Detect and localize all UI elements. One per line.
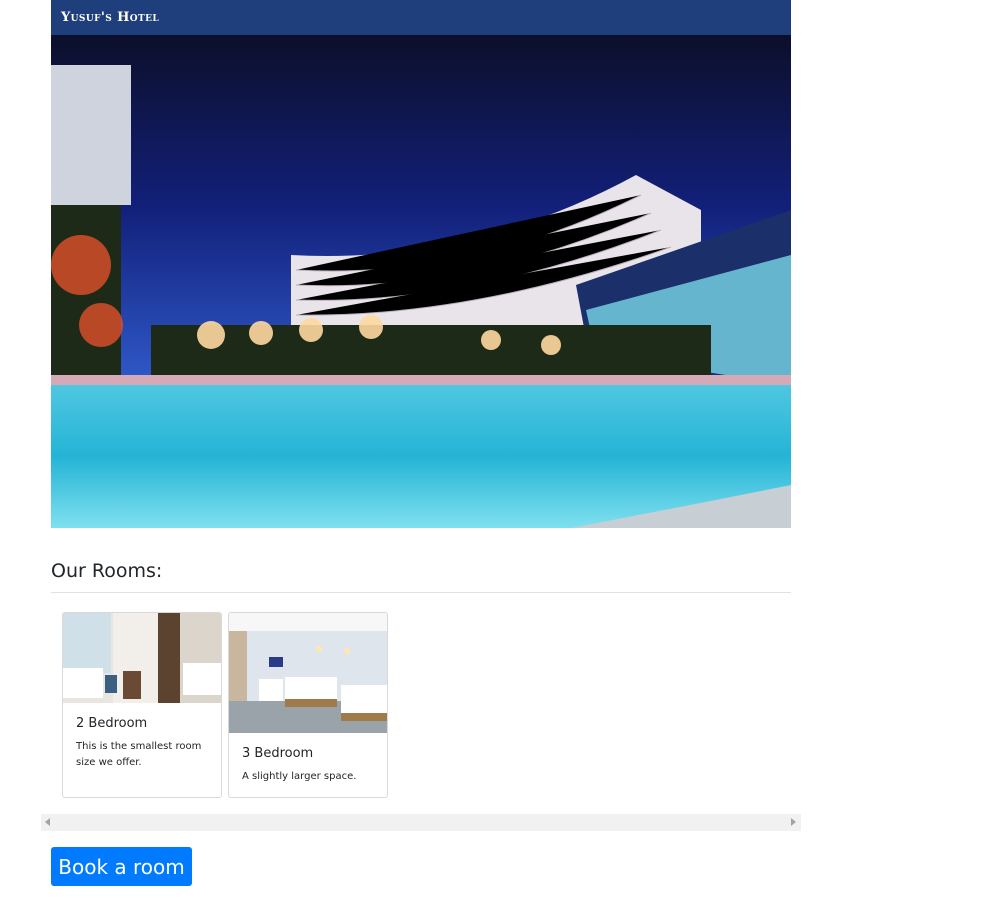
rooms-heading: Our Rooms: — [51, 560, 163, 582]
hero-image — [51, 35, 791, 528]
two-bedroom-photo — [63, 613, 221, 703]
book-room-button[interactable]: Book a room — [51, 847, 192, 886]
room-card-title: 2 Bedroom — [76, 716, 148, 731]
scroll-right-arrow-icon[interactable] — [791, 818, 796, 826]
site-header: Yusuf's Hotel — [51, 0, 791, 35]
horizontal-scrollbar[interactable] — [41, 814, 801, 831]
room-card-description: A slightly larger space. — [242, 771, 357, 782]
room-card-description: This is the smallest room size we offer. — [76, 741, 202, 768]
scroll-left-arrow-icon[interactable] — [45, 818, 50, 826]
room-card-2-bedroom[interactable]: 2 Bedroom This is the smallest room size… — [62, 612, 222, 798]
room-card-3-bedroom[interactable]: 3 Bedroom A slightly larger space. — [228, 612, 388, 798]
three-bedroom-photo — [229, 613, 387, 733]
brand-title[interactable]: Yusuf's Hotel — [61, 10, 159, 25]
room-card-title: 3 Bedroom — [242, 746, 314, 761]
rooms-scroll-container[interactable]: 2 Bedroom This is the smallest room size… — [41, 604, 801, 814]
section-divider — [51, 592, 791, 593]
